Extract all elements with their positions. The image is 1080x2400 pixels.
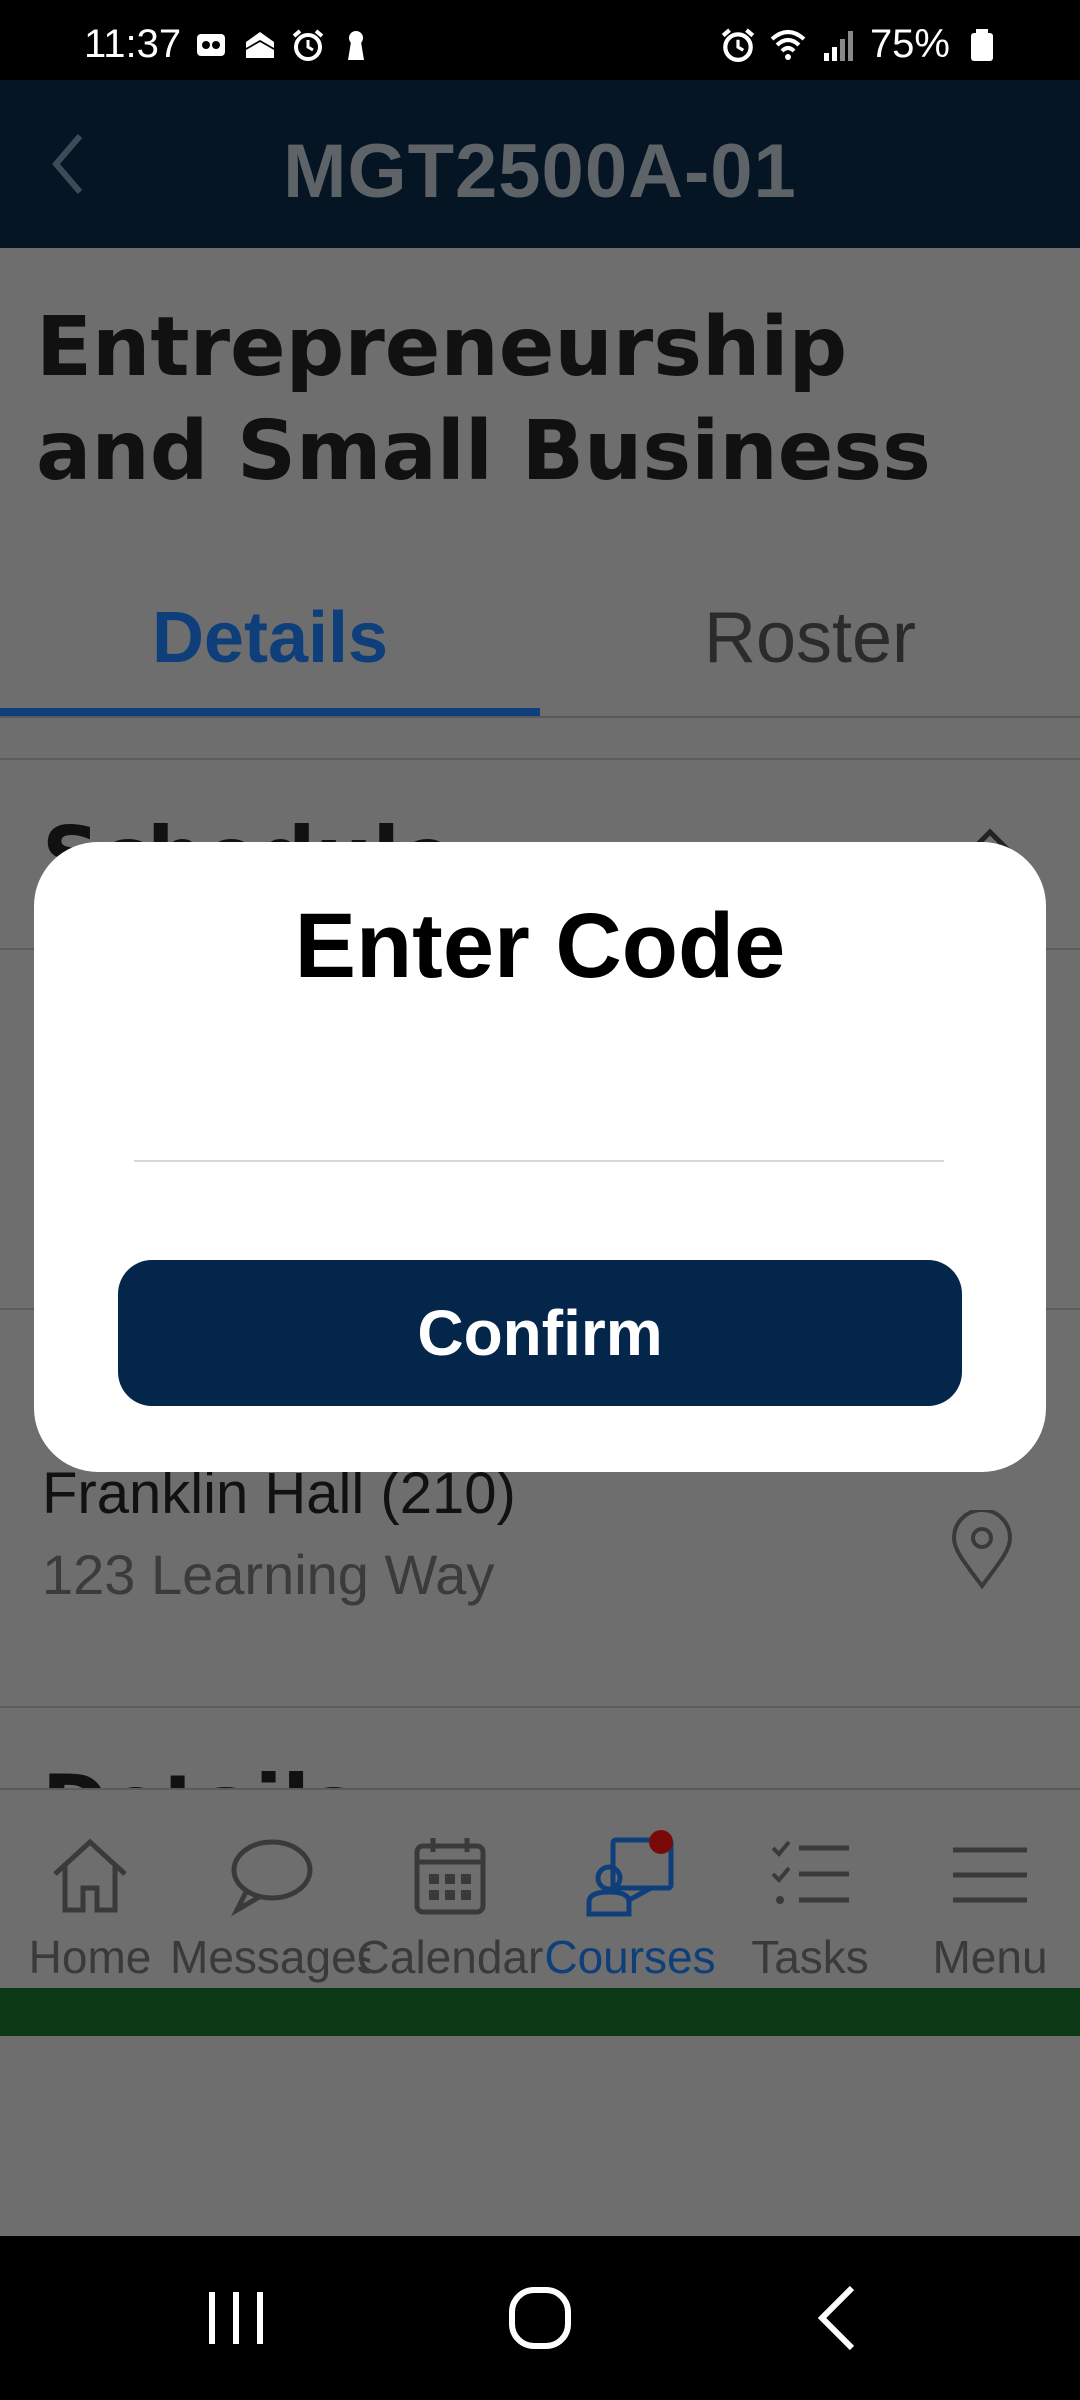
message-icon (231, 1839, 313, 1917)
tab-details[interactable]: Details (0, 558, 540, 718)
home-icon (53, 1838, 127, 1913)
nav-label-menu: Menu (932, 1931, 1048, 1983)
nav-item-courses[interactable]: Courses (540, 1790, 720, 1990)
nav-label-courses: Courses (544, 1931, 716, 1983)
wifi-icon (770, 29, 806, 60)
status-left-icons (195, 28, 373, 62)
recent-apps-icon[interactable] (196, 2278, 276, 2358)
home-button-icon[interactable] (500, 2278, 580, 2358)
status-right: 75% (720, 22, 1000, 67)
battery-percent: 75% (869, 22, 950, 66)
nav-item-home[interactable]: Home (0, 1790, 180, 1990)
nav-label-calendar: Calendar (356, 1931, 544, 1983)
menu-icon (953, 1847, 1027, 1903)
app-icon (246, 32, 274, 58)
status-time: 11:37 (84, 22, 182, 66)
app-header: MGT2500A-01 (0, 80, 1080, 248)
tabs-divider (0, 716, 1080, 718)
tab-active-indicator (0, 708, 540, 716)
location-address: 123 Learning Way (42, 1543, 495, 1606)
nav-item-calendar[interactable]: Calendar (357, 1790, 543, 1990)
calendar-icon (414, 1838, 486, 1915)
tabs: Details Roster (0, 558, 1080, 718)
dialog-title: Enter Code (294, 895, 786, 997)
nav-label-home: Home (28, 1931, 152, 1983)
tab-roster[interactable]: Roster (540, 558, 1080, 718)
nav-item-messages[interactable]: Messages (170, 1790, 370, 1990)
system-nav-bar (0, 2236, 1080, 2400)
confirm-button[interactable]: Confirm (118, 1260, 962, 1406)
bottom-nav: Home Messages Calendar Courses Tasks Men… (0, 1788, 1080, 1988)
nav-label-tasks: Tasks (751, 1931, 869, 1983)
voicemail-icon (197, 34, 225, 56)
nav-label-messages: Messages (170, 1931, 370, 1983)
nav-item-menu[interactable]: Menu (900, 1790, 1080, 1990)
courses-icon (586, 1830, 674, 1917)
header-title: MGT2500A-01 (283, 129, 797, 214)
course-title: Entrepreneurship and Small Business (36, 300, 931, 499)
signal-icon (823, 30, 853, 61)
enter-code-dialog: Enter Code Confirm (34, 842, 1046, 1472)
alarm-icon (292, 29, 324, 61)
alarm-icon (721, 28, 755, 62)
tasks-icon (771, 1840, 849, 1904)
map-pin-icon[interactable] (946, 1510, 1018, 1590)
battery-icon (971, 28, 993, 61)
system-back-icon[interactable] (800, 2278, 880, 2358)
status-bar: 11:37 75% (0, 0, 1080, 80)
nav-item-tasks[interactable]: Tasks (720, 1790, 900, 1990)
keyhole-icon (348, 31, 364, 60)
code-input[interactable] (134, 1062, 944, 1162)
